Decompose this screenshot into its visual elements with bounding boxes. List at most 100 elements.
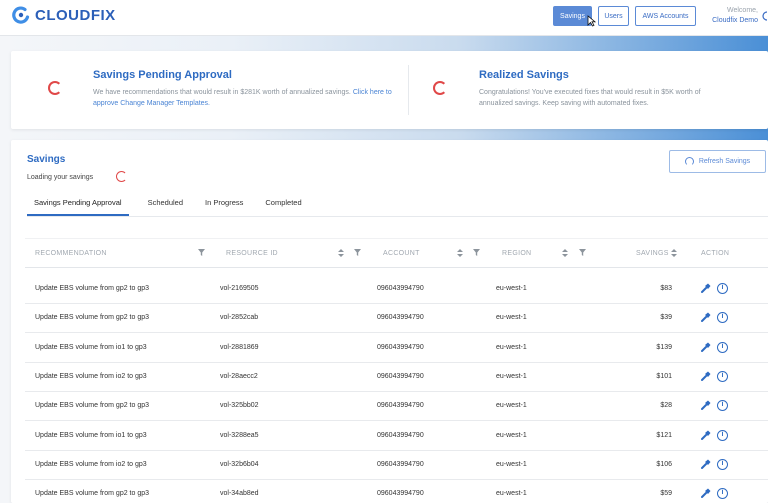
header-recommendation[interactable]: RECOMMENDATION bbox=[35, 250, 107, 257]
brand-name: CLOUDFIX bbox=[35, 6, 116, 24]
tab-completed[interactable]: Completed bbox=[262, 198, 304, 216]
user-welcome[interactable]: Welcome, Cloudfix Demo bbox=[712, 6, 758, 26]
cell-resource-id: vol-2881869 bbox=[220, 343, 259, 351]
savings-summary-card: Savings Pending Approval We have recomme… bbox=[11, 51, 768, 129]
cell-recommendation: Update EBS volume from io2 to gp3 bbox=[35, 372, 147, 380]
cell-resource-id: vol-34ab8ed bbox=[220, 490, 259, 498]
header-action: ACTION bbox=[701, 250, 730, 257]
table-row[interactable]: Update EBS volume from gp2 to gp3 vol-216… bbox=[25, 275, 768, 304]
cell-account: 096043994790 bbox=[377, 431, 424, 439]
mouse-pointer-icon bbox=[587, 15, 596, 27]
tab-in-progress[interactable]: In Progress bbox=[202, 198, 246, 216]
cell-region: eu-west-1 bbox=[496, 372, 527, 380]
resource-filter-icon[interactable] bbox=[354, 249, 361, 256]
realized-desc-line-2: annualized savings. Keep saving with aut… bbox=[479, 100, 649, 107]
info-icon[interactable]: i bbox=[717, 312, 728, 324]
header-resource-id[interactable]: RESOURCE ID bbox=[226, 250, 278, 257]
cell-account: 096043994790 bbox=[377, 490, 424, 498]
cell-account: 096043994790 bbox=[377, 372, 424, 380]
apply-fix-icon[interactable] bbox=[701, 371, 711, 381]
info-icon[interactable]: i bbox=[717, 458, 728, 470]
savings-section-title: Savings bbox=[27, 154, 66, 165]
top-navigation-bar: CLOUDFIX Savings Users AWS Accounts Welc… bbox=[0, 0, 768, 36]
realized-savings-description: Congratulations! You've executed fixes t… bbox=[479, 87, 764, 109]
tabs-underline bbox=[27, 216, 768, 217]
summary-divider bbox=[408, 65, 409, 115]
apply-fix-icon[interactable] bbox=[701, 400, 711, 411]
nav-aws-accounts-button[interactable]: AWS Accounts bbox=[635, 6, 696, 26]
cell-savings: $101 bbox=[656, 372, 672, 380]
cell-recommendation: Update EBS volume from io1 to gp3 bbox=[35, 431, 147, 439]
info-icon[interactable]: i bbox=[717, 341, 728, 353]
loading-savings-text: Loading your savings bbox=[27, 174, 94, 181]
cell-region: eu-west-1 bbox=[496, 490, 527, 498]
table-row[interactable]: Update EBS volume from gp2 to gp3 vol-34a… bbox=[25, 480, 768, 503]
cell-resource-id: vol-325bb02 bbox=[220, 402, 259, 410]
nav-users-button[interactable]: Users bbox=[598, 6, 629, 26]
brand-logo[interactable]: CLOUDFIX bbox=[12, 6, 116, 24]
cell-savings: $139 bbox=[656, 343, 672, 351]
tab-savings-pending-approval[interactable]: Savings Pending Approval bbox=[27, 198, 129, 216]
cell-region: eu-west-1 bbox=[496, 402, 527, 410]
table-row[interactable]: Update EBS volume from gp2 to gp3 vol-325… bbox=[25, 392, 768, 422]
table-row[interactable]: Update EBS volume from io1 to gp3 vol-328… bbox=[25, 422, 768, 451]
tab-scheduled[interactable]: Scheduled bbox=[145, 198, 186, 216]
recommendation-filter-icon[interactable] bbox=[198, 249, 205, 256]
cell-account: 096043994790 bbox=[377, 460, 424, 468]
cell-resource-id: vol-32b6b04 bbox=[220, 460, 259, 468]
realized-savings-title: Realized Savings bbox=[479, 69, 569, 81]
cell-region: eu-west-1 bbox=[496, 460, 527, 468]
savings-tabs: Savings Pending Approval Scheduled In Pr… bbox=[27, 198, 321, 216]
resource-sort-icon[interactable] bbox=[338, 249, 344, 257]
cell-savings: $28 bbox=[660, 402, 672, 410]
account-filter-icon[interactable] bbox=[473, 249, 480, 256]
user-name: Cloudfix Demo bbox=[712, 17, 758, 24]
region-filter-icon[interactable] bbox=[579, 249, 586, 256]
info-icon[interactable]: i bbox=[717, 488, 728, 500]
cell-savings: $39 bbox=[660, 314, 672, 322]
table-row[interactable]: Update EBS volume from io1 to gp3 vol-288… bbox=[25, 334, 768, 363]
cell-recommendation: Update EBS volume from io2 to gp3 bbox=[35, 460, 147, 468]
cell-account: 096043994790 bbox=[377, 343, 424, 351]
apply-fix-icon[interactable] bbox=[701, 459, 711, 469]
table-row[interactable]: Update EBS volume from gp2 to gp3 vol-285… bbox=[25, 304, 768, 334]
cell-account: 096043994790 bbox=[377, 314, 424, 322]
cell-recommendation: Update EBS volume from gp2 to gp3 bbox=[35, 402, 150, 410]
apply-fix-icon[interactable] bbox=[701, 312, 711, 323]
region-sort-icon[interactable] bbox=[562, 249, 568, 257]
info-icon[interactable]: i bbox=[717, 370, 728, 382]
cell-account: 096043994790 bbox=[377, 402, 424, 410]
refresh-savings-button[interactable]: Refresh Savings bbox=[669, 150, 766, 173]
table-row[interactable]: Update EBS volume from io2 to gp3 vol-32b… bbox=[25, 451, 768, 480]
savings-sort-icon[interactable] bbox=[671, 249, 677, 257]
cell-region: eu-west-1 bbox=[496, 314, 527, 322]
cell-recommendation: Update EBS volume from gp2 to gp3 bbox=[35, 314, 150, 322]
account-sort-icon[interactable] bbox=[457, 249, 463, 257]
info-icon[interactable]: i bbox=[717, 429, 728, 441]
cell-region: eu-west-1 bbox=[496, 431, 527, 439]
cell-resource-id: vol-3288ea5 bbox=[220, 431, 259, 439]
header-account[interactable]: ACCOUNT bbox=[383, 250, 420, 257]
realized-desc-line-1: Congratulations! You've executed fixes t… bbox=[479, 89, 701, 96]
cell-resource-id: vol-2852cab bbox=[220, 314, 259, 322]
cell-resource-id: vol-28aecc2 bbox=[220, 372, 258, 380]
pending-approval-description: We have recommendations that would resul… bbox=[93, 87, 393, 109]
cell-resource-id: vol-2169505 bbox=[220, 285, 259, 292]
cell-savings: $59 bbox=[660, 490, 672, 498]
savings-loading-spinner-icon bbox=[116, 171, 127, 182]
apply-fix-icon[interactable] bbox=[701, 342, 711, 352]
apply-fix-icon[interactable] bbox=[701, 488, 711, 499]
info-icon[interactable]: i bbox=[717, 400, 728, 412]
cell-savings: $106 bbox=[656, 460, 672, 468]
pending-approval-title: Savings Pending Approval bbox=[93, 69, 232, 81]
welcome-label: Welcome, bbox=[727, 7, 758, 14]
pending-desc-text: We have recommendations that would resul… bbox=[93, 89, 351, 96]
table-row[interactable]: Update EBS volume from io2 to gp3 vol-28a… bbox=[25, 363, 768, 392]
apply-fix-icon[interactable] bbox=[701, 430, 711, 440]
info-icon[interactable]: i bbox=[717, 283, 728, 294]
header-region[interactable]: REGION bbox=[502, 250, 531, 257]
apply-fix-icon[interactable] bbox=[701, 283, 711, 293]
header-savings[interactable]: SAVINGS bbox=[636, 250, 669, 257]
user-menu-icon[interactable] bbox=[762, 10, 768, 22]
cell-savings: $121 bbox=[656, 431, 672, 439]
